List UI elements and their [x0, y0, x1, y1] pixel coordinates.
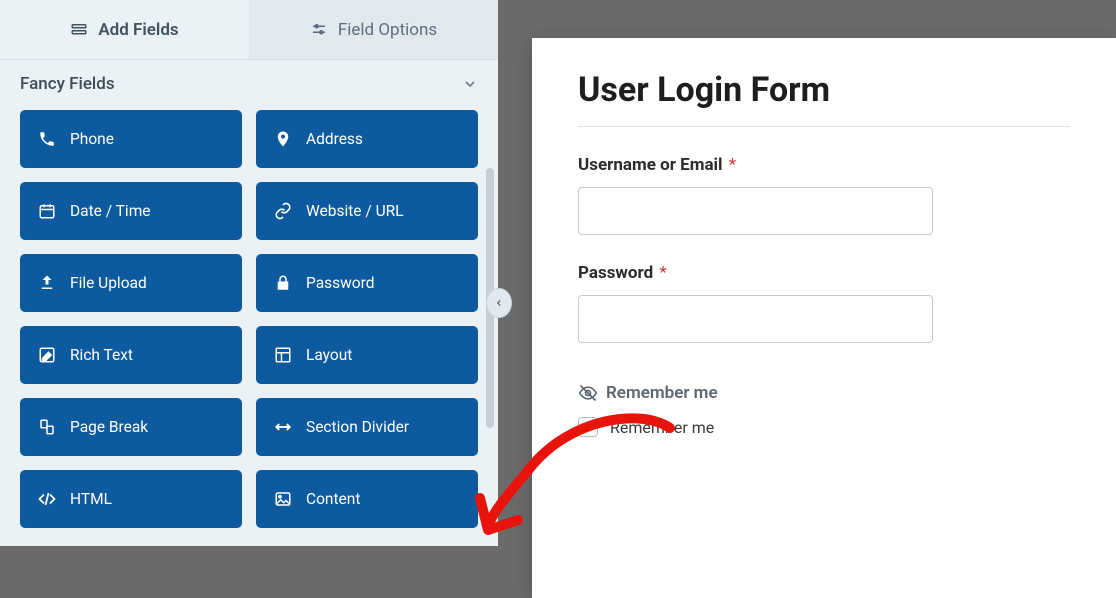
section-title: Fancy Fields	[20, 74, 115, 94]
field-label: Password	[306, 274, 374, 292]
phone-icon	[38, 130, 56, 148]
field-password[interactable]: Password *	[578, 263, 1070, 343]
required-mark: *	[729, 155, 736, 175]
calendar-icon	[38, 202, 56, 220]
field-label: Rich Text	[70, 346, 133, 364]
remember-me-field-header[interactable]: Remember me	[578, 383, 1070, 403]
field-html[interactable]: HTML	[20, 470, 242, 528]
password-input[interactable]	[578, 295, 933, 343]
title-divider	[578, 126, 1070, 127]
link-icon	[274, 202, 292, 220]
tab-field-options[interactable]: Field Options	[249, 0, 498, 59]
field-label: Phone	[70, 130, 114, 148]
field-section-divider[interactable]: Section Divider	[256, 398, 478, 456]
divider-icon	[274, 418, 292, 436]
field-options-icon	[310, 21, 328, 39]
field-label: Date / Time	[70, 202, 151, 220]
tab-add-fields-label: Add Fields	[98, 20, 178, 40]
field-rich-text[interactable]: Rich Text	[20, 326, 242, 384]
field-date-time[interactable]: Date / Time	[20, 182, 242, 240]
hidden-icon	[578, 383, 598, 403]
field-address[interactable]: Address	[256, 110, 478, 168]
username-input[interactable]	[578, 187, 933, 235]
field-password[interactable]: Password	[256, 254, 478, 312]
field-username[interactable]: Username or Email *	[578, 155, 1070, 235]
remember-me-label: Remember me	[610, 418, 714, 437]
field-label: Website / URL	[306, 202, 404, 220]
field-phone[interactable]: Phone	[20, 110, 242, 168]
field-label: Page Break	[70, 418, 148, 436]
field-label: HTML	[70, 490, 112, 508]
lock-icon	[274, 274, 292, 292]
required-mark: *	[659, 263, 666, 283]
pagebreak-icon	[38, 418, 56, 436]
layout-icon	[274, 346, 292, 364]
add-fields-icon	[70, 21, 88, 39]
upload-icon	[38, 274, 56, 292]
preview-canvas: User Login Form Username or Email * Pass…	[498, 0, 1116, 546]
chevron-down-icon	[462, 76, 478, 92]
section-header-fancy-fields[interactable]: Fancy Fields	[0, 60, 498, 98]
tabs: Add Fields Field Options	[0, 0, 498, 60]
field-website-url[interactable]: Website / URL	[256, 182, 478, 240]
remember-me-checkbox[interactable]	[578, 417, 598, 437]
location-icon	[274, 130, 292, 148]
html-icon	[38, 490, 56, 508]
remember-me-checkbox-row[interactable]: Remember me	[578, 417, 1070, 437]
field-label: Address	[306, 130, 363, 148]
remember-header-label: Remember me	[606, 383, 718, 403]
field-page-break[interactable]: Page Break	[20, 398, 242, 456]
builder-sidebar: Add Fields Field Options Fancy Fields Ph…	[0, 0, 498, 546]
content-icon	[274, 490, 292, 508]
form-card: User Login Form Username or Email * Pass…	[532, 38, 1116, 598]
password-label: Password *	[578, 263, 1070, 283]
field-label: Layout	[306, 346, 352, 364]
field-layout[interactable]: Layout	[256, 326, 478, 384]
tab-add-fields[interactable]: Add Fields	[0, 0, 249, 59]
chevron-left-icon	[494, 298, 504, 308]
field-label: Content	[306, 490, 360, 508]
field-content[interactable]: Content	[256, 470, 478, 528]
tab-field-options-label: Field Options	[338, 20, 437, 40]
field-label: File Upload	[70, 274, 147, 292]
username-label: Username or Email *	[578, 155, 1070, 175]
richtext-icon	[38, 346, 56, 364]
collapse-panel-toggle[interactable]	[486, 288, 512, 318]
fields-grid: Phone Address Date / Time Website / URL	[0, 98, 498, 540]
field-label: Section Divider	[306, 418, 409, 436]
form-title: User Login Form	[578, 70, 1070, 110]
field-file-upload[interactable]: File Upload	[20, 254, 242, 312]
